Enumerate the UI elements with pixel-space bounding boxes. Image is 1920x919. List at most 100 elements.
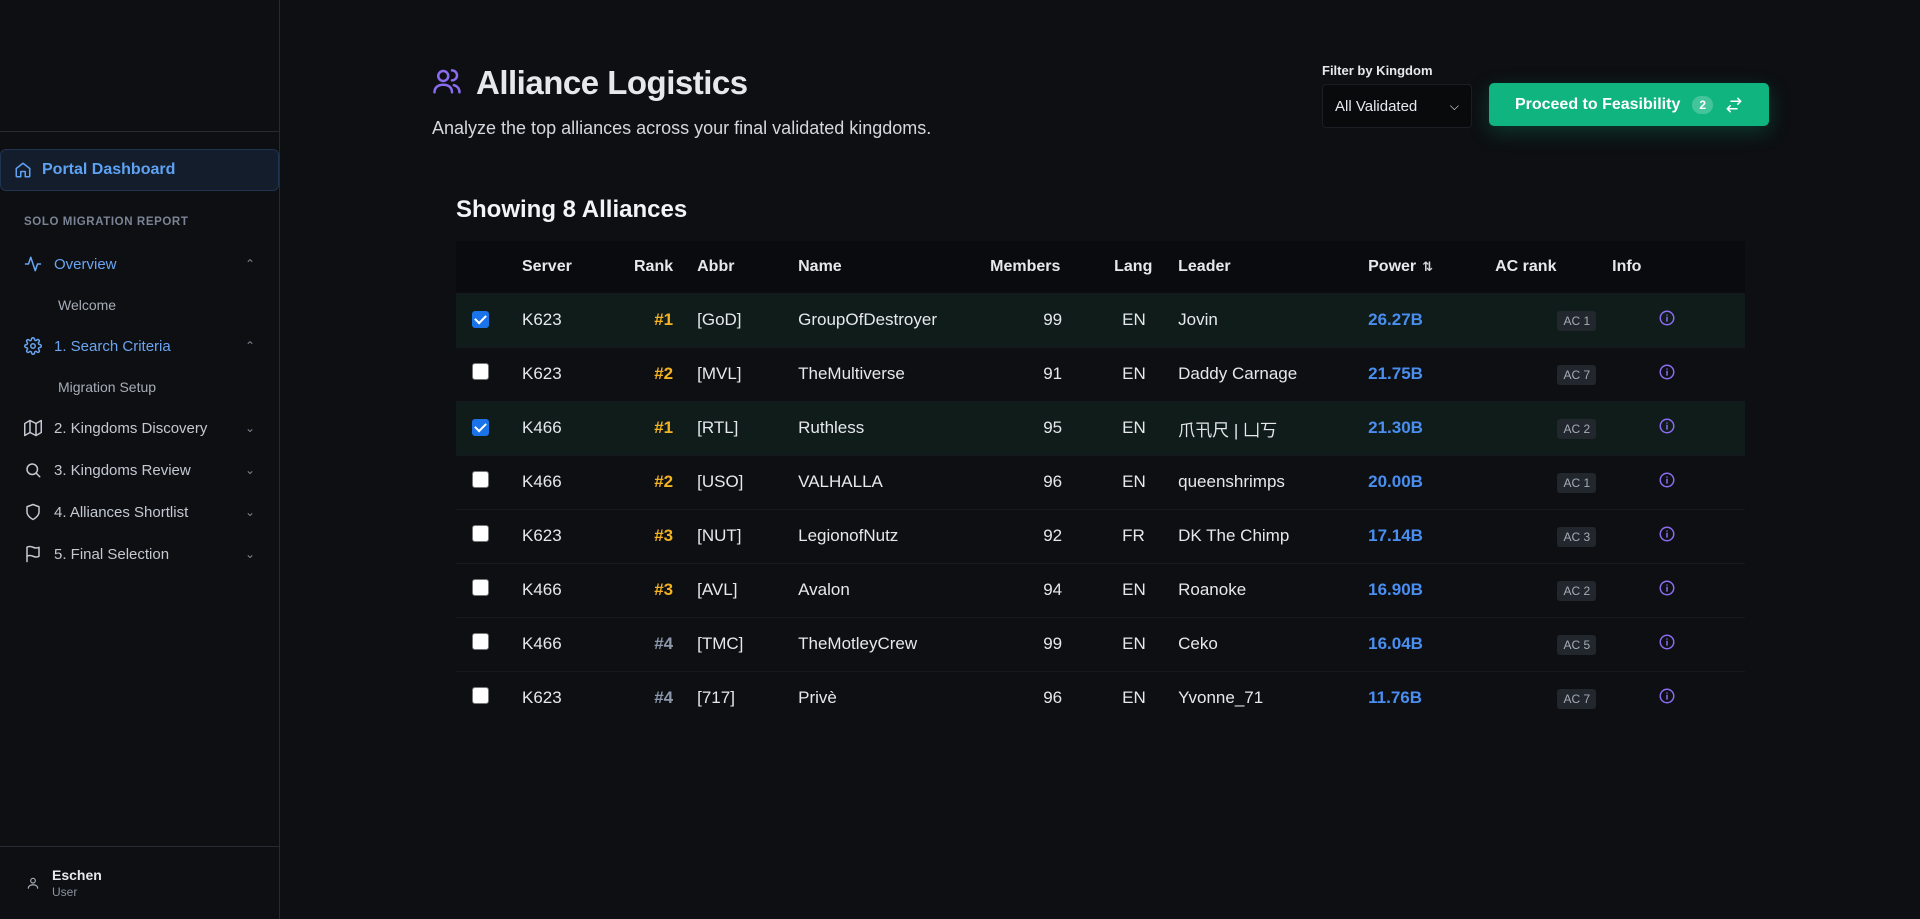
ac-rank-badge: AC 1 — [1557, 472, 1597, 493]
alliances-table: Server Rank Abbr Name Members Lang Leade… — [456, 241, 1745, 725]
row-checkbox[interactable] — [472, 525, 489, 542]
ac-rank-badge: AC 2 — [1557, 580, 1597, 601]
cell-power: 20.00B — [1368, 455, 1495, 509]
row-checkbox[interactable] — [472, 471, 489, 488]
row-checkbox[interactable] — [472, 579, 489, 596]
col-header-lang: Lang — [1114, 257, 1153, 275]
info-icon[interactable] — [1658, 580, 1676, 601]
row-checkbox[interactable] — [472, 363, 489, 380]
table-row[interactable]: K623 #2 [MVL] TheMultiverse 91 EN Daddy Carnag… — [456, 347, 1745, 401]
cell-members: 99 — [1043, 634, 1063, 653]
info-icon[interactable] — [1658, 310, 1676, 331]
row-select-cell — [456, 563, 522, 617]
portal-dashboard-button[interactable]: Portal Dashboard — [0, 149, 279, 191]
row-checkbox[interactable] — [472, 687, 489, 705]
user-profile[interactable]: Eschen User — [0, 846, 279, 919]
table-row[interactable]: K623 #1 [GoD] GroupOfDestroyer 99 EN Jovin 26.2… — [456, 293, 1745, 347]
sidebar-subitem-migration-setup[interactable]: Migration Setup — [0, 367, 279, 407]
shield-icon — [24, 503, 42, 521]
row-checkbox[interactable] — [472, 633, 489, 650]
table-row[interactable]: K466 #2 [USO] VALHALLA 96 EN queenshrimps 20.00… — [456, 455, 1745, 509]
cell-ac-rank: AC 7 — [1495, 347, 1612, 401]
cell-ac-rank: AC 2 — [1495, 563, 1612, 617]
info-icon[interactable] — [1658, 472, 1676, 493]
proceed-to-feasibility-button[interactable]: Proceed to Feasibility 2 — [1489, 83, 1769, 126]
sort-icon: ⇅ — [1422, 258, 1434, 274]
table-row[interactable]: K466 #4 [TMC] TheMotleyCrew 99 EN Ceko 16.04B AC… — [456, 617, 1745, 671]
sidebar-item-alliances-shortlist[interactable]: 4. Alliances Shortlist ⌄ — [0, 491, 279, 533]
col-header-rank: Rank — [634, 257, 674, 275]
table-row[interactable]: K466 #1 [RTL] Ruthless 95 EN 爪卂尺 | 凵丂 21.30B AC … — [456, 401, 1745, 455]
chevron-down-icon: ⌄ — [244, 463, 255, 477]
cell-server: K623 — [522, 364, 562, 383]
user-role: User — [52, 885, 78, 899]
flag-icon — [24, 545, 42, 563]
sidebar-nav: Overview ⌃ Welcome 1. Search Criteria ⌃ … — [0, 243, 279, 575]
cell-lang: FR — [1122, 526, 1145, 545]
cell-ac-rank: AC 1 — [1495, 293, 1612, 347]
col-header-power[interactable]: Power ⇅ — [1368, 241, 1495, 293]
col-header-abbr: Abbr — [697, 257, 735, 275]
info-icon[interactable] — [1658, 688, 1676, 709]
portal-dashboard-label: Portal Dashboard — [42, 161, 176, 178]
row-checkbox[interactable] — [472, 311, 489, 328]
user-icon — [24, 874, 42, 892]
ac-rank-badge: AC 1 — [1557, 310, 1597, 331]
cell-abbr: [717] — [697, 688, 735, 708]
sidebar-item-final-selection[interactable]: 5. Final Selection ⌄ — [0, 533, 279, 575]
sidebar-item-search-criteria[interactable]: 1. Search Criteria ⌃ — [0, 325, 279, 367]
cell-rank: #2 — [622, 347, 697, 401]
table-row[interactable]: K623 #4 [717] Privè 96 EN Yvonne_71 11.76B AC 7 — [456, 671, 1745, 725]
kingdom-filter-select[interactable]: All Validated ⌵ — [1322, 84, 1472, 128]
chevron-down-icon: ⌄ — [244, 421, 255, 435]
power-value: 16.90B — [1368, 580, 1423, 599]
chevron-down-icon: ⌄ — [244, 547, 255, 561]
row-select-cell — [456, 617, 522, 671]
cell-name: LegionofNutz — [798, 526, 899, 545]
sidebar-item-overview[interactable]: Overview ⌃ — [0, 243, 279, 285]
cell-rank: #1 — [622, 293, 697, 347]
info-icon[interactable] — [1658, 364, 1676, 385]
cell-server: K466 — [522, 418, 562, 437]
sidebar-item-kingdoms-review[interactable]: 3. Kingdoms Review ⌄ — [0, 449, 279, 491]
cell-ac-rank: AC 5 — [1495, 617, 1612, 671]
cell-leader: Jovin — [1178, 310, 1218, 329]
table-body: K623 #1 [GoD] GroupOfDestroyer 99 EN Jovin 26.2… — [456, 293, 1745, 725]
chevron-up-icon: ⌃ — [244, 257, 255, 271]
sidebar-item-label: 5. Final Selection — [54, 545, 170, 563]
info-icon[interactable] — [1658, 634, 1676, 655]
selected-count-badge: 2 — [1692, 95, 1714, 114]
cell-members: 96 — [1043, 472, 1063, 491]
table-row[interactable]: K466 #3 [AVL] Avalon 94 EN Roanoke 16.90B AC 2 — [456, 563, 1745, 617]
info-icon[interactable] — [1658, 526, 1676, 547]
cell-lang: EN — [1122, 634, 1146, 653]
page-header: Alliance Logistics — [432, 64, 748, 102]
col-header-info: Info — [1612, 257, 1642, 275]
sidebar-item-kingdoms-discovery[interactable]: 2. Kingdoms Discovery ⌄ — [0, 407, 279, 449]
chevron-down-icon: ⌵ — [1449, 98, 1459, 113]
cell-power: 16.04B — [1368, 617, 1495, 671]
sidebar-item-label: 3. Kingdoms Review — [54, 461, 191, 479]
cell-server: K466 — [522, 580, 562, 599]
cell-members: 95 — [1043, 418, 1063, 437]
rank-value: #3 — [654, 526, 674, 545]
cell-rank: #1 — [622, 401, 697, 455]
user-name: Eschen — [52, 867, 102, 883]
proceed-label: Proceed to Feasibility — [1514, 95, 1681, 113]
cell-power: 21.30B — [1368, 401, 1495, 455]
ac-rank-badge: AC 7 — [1557, 688, 1597, 709]
cell-info — [1612, 563, 1745, 617]
cell-rank: #3 — [622, 563, 697, 617]
ac-rank-badge: AC 5 — [1557, 634, 1597, 655]
cell-ac-rank: AC 2 — [1495, 401, 1612, 455]
row-select-cell — [456, 347, 522, 401]
info-icon[interactable] — [1658, 418, 1676, 439]
cell-members: 94 — [1043, 580, 1063, 599]
table-row[interactable]: K623 #3 [NUT] LegionofNutz 92 FR DK The Chimp 1… — [456, 509, 1745, 563]
sidebar-subitem-welcome[interactable]: Welcome — [0, 285, 279, 325]
cell-info — [1612, 455, 1745, 509]
cell-abbr: [RTL] — [697, 418, 739, 437]
row-checkbox[interactable] — [472, 419, 489, 436]
cell-info — [1612, 671, 1745, 725]
cell-name: TheMotleyCrew — [798, 634, 918, 653]
